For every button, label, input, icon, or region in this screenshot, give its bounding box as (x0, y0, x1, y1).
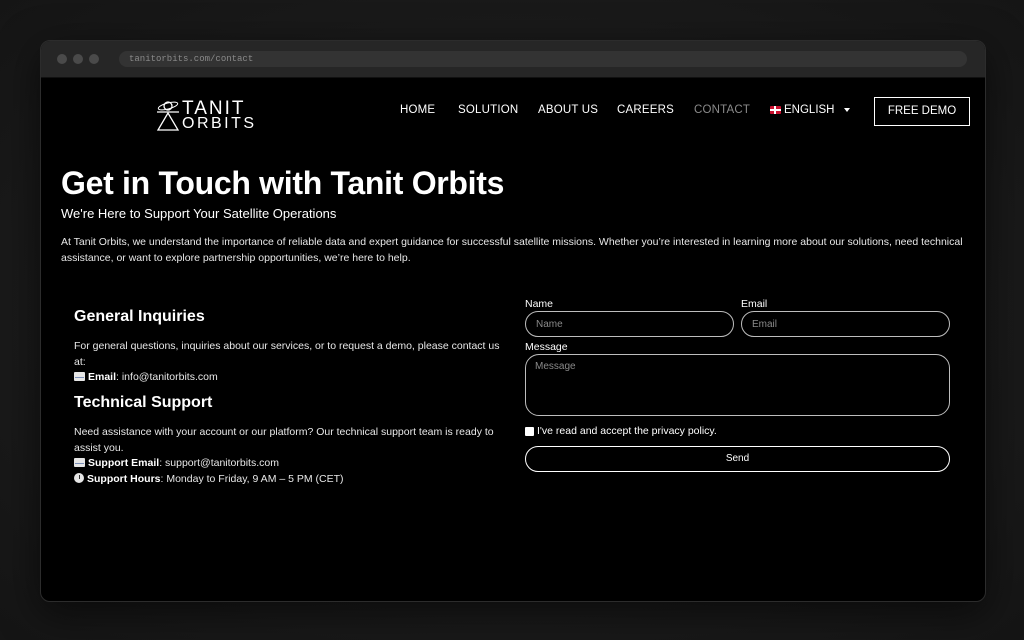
nav-careers[interactable]: CAREERS (617, 104, 674, 116)
support-email-label: Support Email (88, 457, 160, 469)
page-subtitle: We're Here to Support Your Satellite Ope… (61, 206, 337, 221)
support-email-link[interactable]: : support@tanitorbits.com (159, 457, 279, 469)
name-input[interactable] (525, 311, 734, 337)
envelope-icon (74, 372, 85, 381)
intro-paragraph: At Tanit Orbits, we understand the impor… (61, 236, 963, 264)
nav-contact[interactable]: CONTACT (694, 104, 750, 116)
minimize-window-dot[interactable] (73, 54, 83, 64)
free-demo-button[interactable]: FREE DEMO (874, 97, 970, 126)
general-email-line: Email: info@tanitorbits.com (74, 369, 504, 385)
message-textarea[interactable] (525, 354, 950, 416)
envelope-icon (74, 458, 85, 467)
support-email-line: Support Email: support@tanitorbits.com (74, 455, 504, 471)
general-inquiries-text: For general questions, inquiries about o… (74, 340, 500, 368)
satellite-logo-icon (156, 101, 180, 131)
email-label: Email (88, 371, 117, 383)
browser-toolbar: tanitorbits.com/contact (41, 41, 985, 78)
maximize-window-dot[interactable] (89, 54, 99, 64)
technical-support-title: Technical Support (74, 394, 213, 411)
support-hours-value: : Monday to Friday, 9 AM – 5 PM (CET) (160, 473, 344, 485)
clock-icon (74, 473, 84, 483)
chevron-down-icon (843, 108, 850, 112)
name-label: Name (525, 298, 554, 310)
email-label: Email (741, 298, 768, 310)
browser-window: tanitorbits.com/contact TANIT ORBITS HOM… (40, 40, 986, 602)
close-window-dot[interactable] (57, 54, 67, 64)
message-label: Message (525, 341, 568, 353)
technical-support-text: Need assistance with your account or our… (74, 426, 494, 454)
logo-text-orbits: ORBITS (182, 115, 257, 132)
nav-solution[interactable]: SOLUTION (458, 104, 518, 116)
privacy-checkbox[interactable] (525, 427, 534, 436)
email-input[interactable] (741, 311, 950, 337)
nav-about-us[interactable]: ABOUT US (538, 104, 598, 116)
language-label: ENGLISH (784, 104, 835, 116)
general-inquiries-title: General Inquiries (74, 308, 205, 325)
support-hours-label: Support Hours (87, 473, 161, 485)
privacy-checkbox-label[interactable]: I've read and accept the privacy policy. (537, 425, 717, 437)
address-bar[interactable]: tanitorbits.com/contact (119, 51, 967, 67)
send-button[interactable]: Send (525, 446, 950, 472)
general-email-link[interactable]: : info@tanitorbits.com (116, 371, 218, 383)
uk-flag-icon (770, 106, 781, 114)
language-selector[interactable]: ENGLISH (770, 104, 850, 116)
support-hours-line: Support Hours: Monday to Friday, 9 AM – … (74, 471, 504, 487)
nav-home[interactable]: HOME (400, 104, 435, 116)
page-title: Get in Touch with Tanit Orbits (61, 165, 505, 201)
site-logo[interactable]: TANIT ORBITS (155, 98, 255, 132)
